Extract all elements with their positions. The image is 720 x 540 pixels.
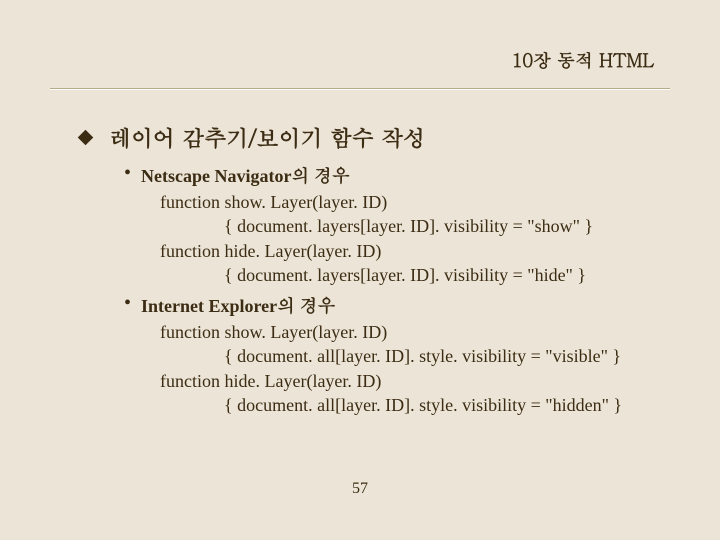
content-area: 레이어 감추기/보이기 함수 작성 • Netscape Navigator의 … bbox=[80, 122, 660, 417]
slide-title: 레이어 감추기/보이기 함수 작성 bbox=[109, 122, 425, 153]
subsection-ie: • Internet Explorer의 경우 function show. L… bbox=[124, 293, 660, 417]
code-line: function show. Layer(layer. ID) bbox=[160, 190, 660, 214]
dot-bullet-icon: • bbox=[124, 293, 131, 313]
code-line: function show. Layer(layer. ID) bbox=[160, 320, 660, 344]
bullet-label: Netscape Navigator의 경우 bbox=[141, 163, 350, 188]
bullet-row: • Internet Explorer의 경우 bbox=[124, 293, 660, 318]
title-row: 레이어 감추기/보이기 함수 작성 bbox=[80, 122, 660, 153]
bullet-row: • Netscape Navigator의 경우 bbox=[124, 163, 660, 188]
code-line: { document. layers[layer. ID]. visibilit… bbox=[224, 214, 660, 238]
code-block: function show. Layer(layer. ID) { docume… bbox=[160, 190, 660, 287]
code-line: function hide. Layer(layer. ID) bbox=[160, 369, 660, 393]
header-divider bbox=[50, 88, 670, 90]
code-line: { document. all[layer. ID]. style. visib… bbox=[224, 344, 660, 368]
chapter-header: 10장 동적 HTML bbox=[512, 48, 654, 73]
code-line: { document. layers[layer. ID]. visibilit… bbox=[224, 263, 660, 287]
code-line: { document. all[layer. ID]. style. visib… bbox=[224, 393, 660, 417]
subsection-netscape: • Netscape Navigator의 경우 function show. … bbox=[124, 163, 660, 287]
diamond-bullet-icon bbox=[78, 130, 94, 146]
dot-bullet-icon: • bbox=[124, 163, 131, 183]
code-block: function show. Layer(layer. ID) { docume… bbox=[160, 320, 660, 417]
page-number: 57 bbox=[0, 480, 720, 498]
bullet-label: Internet Explorer의 경우 bbox=[141, 293, 336, 318]
slide: 10장 동적 HTML 레이어 감추기/보이기 함수 작성 • Netscape… bbox=[0, 0, 720, 540]
code-line: function hide. Layer(layer. ID) bbox=[160, 239, 660, 263]
